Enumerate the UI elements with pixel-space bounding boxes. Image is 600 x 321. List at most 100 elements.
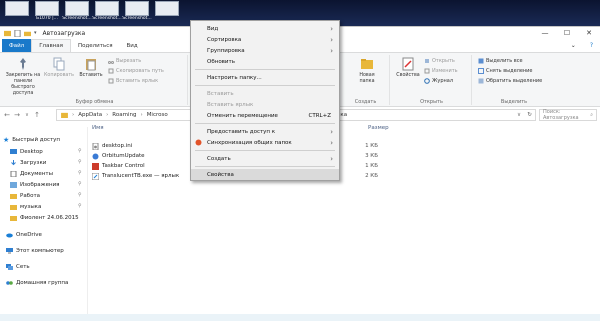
desktop-shortcut[interactable]: Screenshot... xyxy=(122,0,152,26)
navigation-pane: ★ Быстрый доступ Desktop Загрузки Докуме… xyxy=(0,127,88,321)
breadcrumb-item[interactable]: Roaming xyxy=(112,112,136,118)
tab-view[interactable]: Вид xyxy=(120,39,145,52)
file-row[interactable]: OrbitumUpdate xyxy=(92,151,145,161)
pin-to-quick-access-button[interactable]: Закрепить на панели быстрого доступа xyxy=(4,57,42,97)
pin-icon[interactable]: ⚲ xyxy=(78,148,82,154)
menu-item-undo-move[interactable]: Отменить перемещение CTRL+Z xyxy=(191,110,339,121)
paste-shortcut-label: Вставить ярлык xyxy=(116,78,159,84)
help-icon[interactable]: ? xyxy=(583,39,600,52)
sidebar-item-onedrive[interactable]: OneDrive xyxy=(6,230,42,240)
qat-customize-icon[interactable]: ▾ xyxy=(34,30,37,36)
select-all-button[interactable]: Выделить все xyxy=(478,58,523,64)
maximize-button[interactable]: ☐ xyxy=(556,27,578,39)
menu-item-view[interactable]: Вид › xyxy=(191,23,339,34)
properties-icon[interactable] xyxy=(14,29,21,37)
breadcrumb-item[interactable]: Microso xyxy=(147,112,168,118)
sidebar-item-desktop[interactable]: Desktop xyxy=(10,147,43,157)
file-list[interactable]: Имя Размер xyxy=(88,122,600,321)
desktop-shortcut[interactable]: Screenshot... xyxy=(62,0,92,26)
desktop-shortcut[interactable]: Б1070 |... xyxy=(32,0,62,26)
sidebar-item-quick-access[interactable]: ★ Быстрый доступ xyxy=(3,135,60,145)
menu-item-paste-shortcut[interactable]: Вставить ярлык xyxy=(191,99,339,110)
sidebar-item-this-pc[interactable]: Этот компьютер xyxy=(6,246,64,256)
file-thumbnail-icon xyxy=(35,1,59,16)
up-icon[interactable]: ↑ xyxy=(32,111,42,119)
sidebar-item-downloads[interactable]: Загрузки xyxy=(10,158,46,168)
sidebar-item-work[interactable]: Работа xyxy=(10,191,40,201)
download-icon xyxy=(11,160,16,166)
folder-icon xyxy=(61,112,68,118)
column-header-size[interactable]: Размер xyxy=(368,125,389,131)
menu-item-group[interactable]: Группировка › xyxy=(191,45,339,56)
paste-shortcut-button[interactable]: Вставить ярлык xyxy=(108,78,158,84)
pin-icon[interactable]: ⚲ xyxy=(78,192,82,198)
file-row[interactable]: Taskbar Control xyxy=(92,161,145,171)
sidebar-item-label: Фиолент 24.06.2015 xyxy=(20,215,79,221)
tab-home[interactable]: Главная xyxy=(31,39,71,52)
journal-button[interactable]: Журнал xyxy=(424,78,453,84)
menu-separator xyxy=(195,166,335,167)
tab-share[interactable]: Поделиться xyxy=(71,39,120,52)
cut-button[interactable]: Вырезать xyxy=(108,58,141,64)
pin-icon[interactable]: ⚲ xyxy=(78,203,82,209)
open-button[interactable]: Открыть xyxy=(424,58,455,64)
close-button[interactable]: ✕ xyxy=(578,27,600,39)
address-dropdown-icon[interactable]: ∨ xyxy=(517,112,521,118)
menu-item-new[interactable]: Создать › xyxy=(191,153,339,164)
minimize-button[interactable]: — xyxy=(534,27,556,39)
back-icon[interactable]: ← xyxy=(2,111,12,119)
pin-icon[interactable]: ⚲ xyxy=(78,170,82,176)
properties-button[interactable]: Свойства xyxy=(394,57,422,79)
menu-separator xyxy=(195,150,335,151)
pin-icon[interactable]: ⚲ xyxy=(78,159,82,165)
menu-item-properties[interactable]: Свойства xyxy=(191,169,339,180)
new-folder-button[interactable]: Новая папка xyxy=(352,57,382,85)
column-header-name[interactable]: Имя xyxy=(92,125,104,131)
edit-icon xyxy=(424,68,430,74)
menu-item-refresh[interactable]: Обновить xyxy=(191,56,339,67)
history-icon xyxy=(424,78,430,84)
copy-button[interactable]: Копировать xyxy=(44,57,74,79)
sidebar-item-pictures[interactable]: Изображения xyxy=(10,180,59,190)
tab-file[interactable]: Файл xyxy=(2,39,32,52)
sidebar-item-label: Домашняя группа xyxy=(16,280,69,286)
menu-item-customize-folder[interactable]: Настроить папку... xyxy=(191,72,339,83)
sidebar-item-documents[interactable]: Документы xyxy=(10,169,53,179)
menu-item-sync-shared-folders[interactable]: Синхронизация общих папок › xyxy=(191,137,339,148)
desktop-shortcut[interactable]: Screenshot... xyxy=(92,0,122,26)
cut-label: Вырезать xyxy=(116,58,142,64)
select-none-button[interactable]: Снять выделение xyxy=(478,68,533,74)
forward-icon[interactable]: → xyxy=(12,111,22,119)
paste-button[interactable]: Вставить xyxy=(76,57,106,79)
menu-item-paste[interactable]: Вставить xyxy=(191,88,339,99)
desktop-shortcut[interactable] xyxy=(152,0,182,26)
sidebar-item-fiolent[interactable]: Фиолент 24.06.2015 xyxy=(10,213,79,223)
breadcrumb-item[interactable]: AppData xyxy=(78,112,102,118)
invert-selection-button[interactable]: Обратить выделение xyxy=(478,78,542,84)
network-icon xyxy=(6,264,13,270)
menu-item-label: Обновить xyxy=(207,58,235,65)
pictures-icon xyxy=(10,182,17,188)
sidebar-item-network[interactable]: Сеть xyxy=(6,262,30,272)
pin-icon[interactable]: ⚲ xyxy=(78,181,82,187)
recent-locations-icon[interactable]: ∨ xyxy=(22,112,32,118)
sidebar-item-music[interactable]: музыка xyxy=(10,202,41,212)
file-row[interactable]: desktop.ini xyxy=(92,141,132,151)
menu-item-sort[interactable]: Сортировка › xyxy=(191,34,339,45)
refresh-icon[interactable]: ↻ xyxy=(527,112,532,118)
open-group-label: Открыть xyxy=(420,99,443,105)
file-thumbnail-icon xyxy=(65,1,89,16)
copy-path-button[interactable]: Скопировать путь xyxy=(108,68,164,74)
desktop-shortcut[interactable] xyxy=(2,0,32,26)
new-folder-icon[interactable] xyxy=(24,30,31,37)
sidebar-item-homegroup[interactable]: Домашняя группа xyxy=(6,278,68,288)
search-input[interactable]: Поиск: Автозагрузка ⌕ xyxy=(539,109,597,121)
pin-icon xyxy=(20,58,26,70)
sidebar-item-label: Этот компьютер xyxy=(16,248,64,254)
ribbon-expand-icon[interactable]: ⌄ xyxy=(564,39,583,52)
menu-item-share-with[interactable]: Предоставить доступ к › xyxy=(191,126,339,137)
sidebar-item-label: музыка xyxy=(20,204,42,210)
edit-button[interactable]: Изменить xyxy=(424,68,458,74)
menu-separator xyxy=(195,123,335,124)
file-row[interactable]: TranslucentTB.exe — ярлык xyxy=(92,171,179,181)
